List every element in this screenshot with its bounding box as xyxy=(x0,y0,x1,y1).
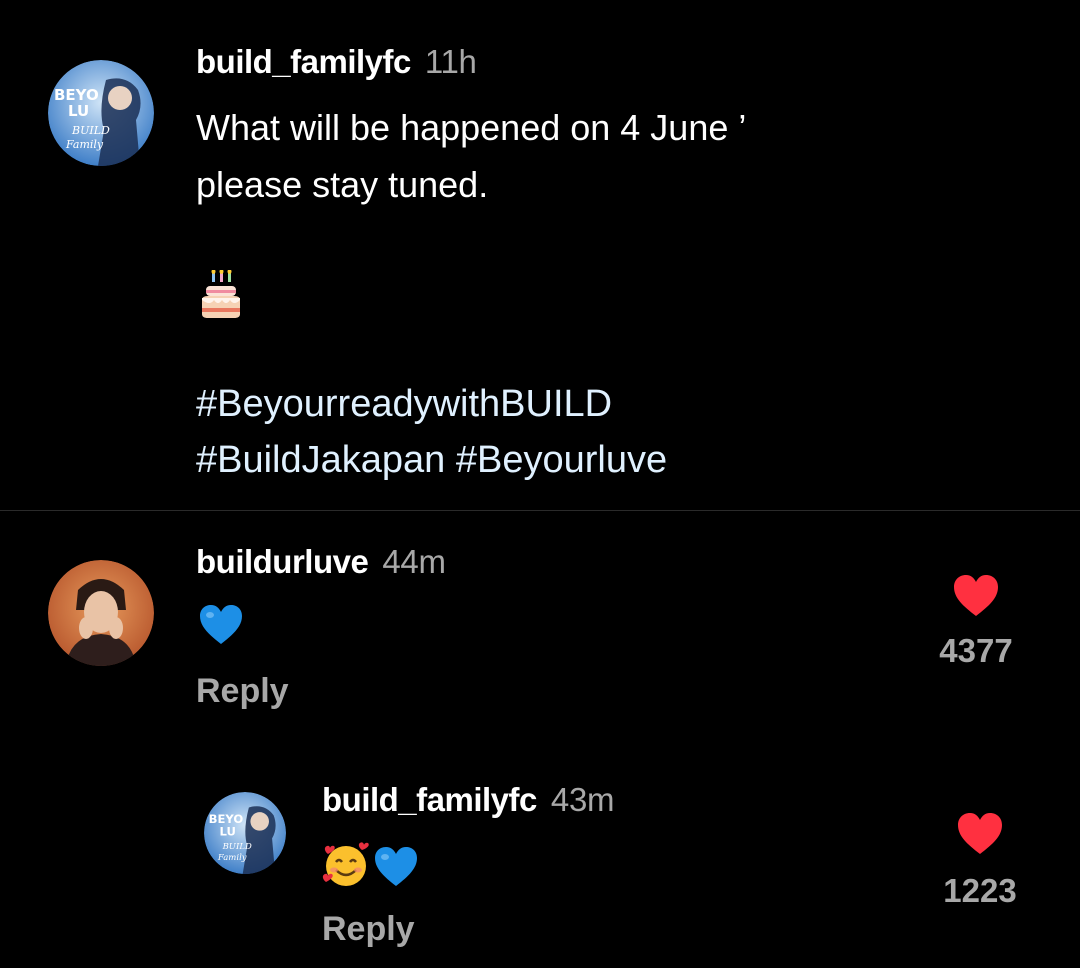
caption-line-2: please stay tuned. xyxy=(196,164,489,205)
smiling-face-with-hearts-icon xyxy=(322,842,372,888)
avatar-text-3: BUILD xyxy=(222,842,252,852)
post-header: build_familyfc 11h xyxy=(196,42,477,89)
blue-heart-icon xyxy=(372,846,420,888)
like-count: 1223 xyxy=(943,872,1017,909)
hashtag-line-1[interactable]: #BeyourreadywithBUILD xyxy=(196,381,612,427)
post-caption: BEYO LU BUILD Family build_familyfc 11h W… xyxy=(0,0,1080,510)
caption-line-1: What will be happened on 4 June ’ xyxy=(196,107,747,148)
comment-username[interactable]: buildurluve xyxy=(196,543,369,580)
avatar-text-2: LU xyxy=(219,824,235,838)
post-time: 11h xyxy=(424,43,477,80)
comment-username[interactable]: build_familyfc xyxy=(322,781,537,818)
section-divider xyxy=(0,510,1080,511)
author-avatar[interactable]: BEYO LU BUILD Family xyxy=(48,60,154,166)
avatar-image xyxy=(48,560,154,666)
commenter-avatar[interactable]: BEYO LU BUILD Family xyxy=(204,792,286,874)
avatar-text-4: Family xyxy=(65,138,104,151)
reply-button[interactable]: Reply xyxy=(322,910,415,949)
avatar-image: BEYO LU BUILD Family xyxy=(204,792,286,874)
hashtag-line-2[interactable]: #BuildJakapan #Beyourluve xyxy=(196,437,667,483)
like-heart-icon[interactable] xyxy=(956,812,1004,856)
comment-header: buildurluve 44m xyxy=(196,542,446,589)
avatar-text-4: Family xyxy=(217,853,247,863)
birthday-cake-icon xyxy=(200,269,242,320)
reply-button[interactable]: Reply xyxy=(196,672,289,711)
comment-header: build_familyfc 43m xyxy=(322,780,614,827)
like-count: 4377 xyxy=(939,632,1013,669)
like-heart-icon[interactable] xyxy=(952,574,1000,618)
blue-heart-icon xyxy=(198,604,244,646)
comment-time: 44m xyxy=(382,543,446,580)
post-username[interactable]: build_familyfc xyxy=(196,43,411,80)
comment-time: 43m xyxy=(550,781,615,818)
avatar-image: BEYO LU BUILD Family xyxy=(48,60,154,166)
commenter-avatar[interactable] xyxy=(48,560,154,666)
avatar-text-2: LU xyxy=(68,102,89,120)
avatar-text-3: BUILD xyxy=(71,124,110,137)
